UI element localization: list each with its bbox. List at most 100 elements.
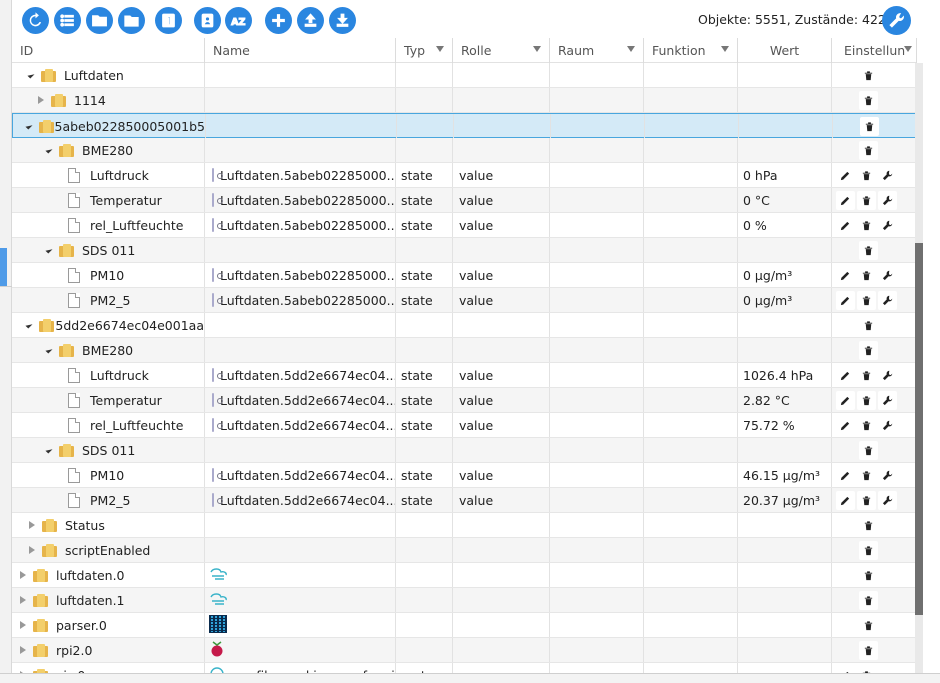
contact-button[interactable]	[194, 7, 221, 34]
function-cell[interactable]	[645, 114, 739, 138]
edit-button[interactable]	[836, 190, 855, 210]
function-cell[interactable]	[644, 213, 738, 237]
room-cell[interactable]	[550, 538, 644, 562]
column-header-settings[interactable]: Einstellun	[832, 38, 917, 63]
edit-button[interactable]	[836, 365, 855, 385]
value-cell[interactable]: 0 µg/m³	[738, 288, 832, 312]
delete-button[interactable]	[859, 140, 878, 160]
function-cell[interactable]	[644, 313, 738, 337]
id-cell[interactable]: PM10	[12, 263, 205, 287]
value-cell[interactable]: 75.72 %	[738, 413, 832, 437]
collapse-arrow-icon[interactable]	[45, 246, 53, 254]
value-cell[interactable]: 0 %	[738, 213, 832, 237]
room-cell[interactable]	[550, 563, 644, 587]
room-cell[interactable]	[550, 588, 644, 612]
value-cell[interactable]	[738, 638, 832, 662]
side-tab-indicator[interactable]	[0, 248, 7, 286]
delete-button[interactable]	[859, 240, 878, 260]
room-cell[interactable]	[550, 288, 644, 312]
function-cell[interactable]	[644, 63, 738, 87]
id-cell[interactable]: scriptEnabled	[12, 538, 205, 562]
delete-button[interactable]	[859, 590, 878, 610]
sort-az-button[interactable]: AZ	[225, 7, 252, 34]
column-header-value[interactable]: Wert	[738, 38, 832, 63]
id-cell[interactable]: luftdaten.1	[12, 588, 205, 612]
column-header-type[interactable]: Typ	[396, 38, 453, 63]
function-cell[interactable]	[644, 88, 738, 112]
function-cell[interactable]	[644, 638, 738, 662]
id-cell[interactable]: BME280	[12, 338, 205, 362]
expand-arrow-icon[interactable]	[20, 621, 26, 629]
room-cell[interactable]	[550, 188, 644, 212]
room-cell[interactable]	[550, 463, 644, 487]
expand-arrow-icon[interactable]	[29, 546, 35, 554]
room-cell[interactable]	[550, 338, 644, 362]
room-cell[interactable]	[550, 263, 644, 287]
delete-button[interactable]	[857, 365, 876, 385]
delete-button[interactable]	[857, 415, 876, 435]
value-cell[interactable]	[739, 114, 833, 138]
delete-button[interactable]	[857, 390, 876, 410]
vertical-scrollbar-thumb[interactable]	[915, 243, 923, 615]
table-row[interactable]: 5abeb022850005001b5	[12, 113, 917, 138]
function-cell[interactable]	[644, 263, 738, 287]
table-row[interactable]: Luftdruck Luftdaten.5dd2e6674ec04... state…	[12, 363, 917, 388]
expand-arrow-icon[interactable]	[38, 96, 44, 104]
column-header-function[interactable]: Funktion	[644, 38, 738, 63]
object-settings-button[interactable]	[878, 165, 897, 185]
folder-open-button[interactable]	[118, 7, 145, 34]
table-row[interactable]: 1114	[12, 88, 917, 113]
room-cell[interactable]	[550, 313, 644, 337]
id-cell[interactable]: SDS 011	[12, 238, 205, 262]
id-cell[interactable]: Luftdruck	[12, 363, 205, 387]
folder-button[interactable]	[86, 7, 113, 34]
object-settings-button[interactable]	[878, 490, 897, 510]
function-cell[interactable]	[644, 438, 738, 462]
upload-button[interactable]	[297, 7, 324, 34]
object-settings-button[interactable]	[878, 415, 897, 435]
edit-button[interactable]	[836, 290, 855, 310]
collapse-arrow-icon[interactable]	[25, 122, 33, 130]
value-cell[interactable]: 20.37 µg/m³	[738, 488, 832, 512]
delete-button[interactable]	[859, 315, 878, 335]
collapse-arrow-icon[interactable]	[45, 446, 53, 454]
table-row[interactable]: luftdaten.0	[12, 563, 917, 588]
table-row[interactable]: Luftdaten	[12, 63, 917, 88]
delete-button[interactable]	[859, 565, 878, 585]
filter-dropdown-icon[interactable]	[436, 46, 444, 52]
delete-button[interactable]	[857, 190, 876, 210]
table-row[interactable]: PM2_5 Luftdaten.5abeb02285000... state valu…	[12, 288, 917, 313]
object-settings-button[interactable]	[878, 365, 897, 385]
room-cell[interactable]	[551, 114, 645, 138]
room-cell[interactable]	[550, 138, 644, 162]
value-cell[interactable]	[738, 138, 832, 162]
settings-button[interactable]	[882, 6, 911, 35]
function-cell[interactable]	[644, 413, 738, 437]
table-row[interactable]: SDS 011	[12, 238, 917, 263]
value-cell[interactable]: 46.15 µg/m³	[738, 463, 832, 487]
value-cell[interactable]: 0 hPa	[738, 163, 832, 187]
filter-dropdown-icon[interactable]	[904, 46, 912, 52]
value-cell[interactable]	[738, 513, 832, 537]
edit-button[interactable]	[836, 490, 855, 510]
refresh-button[interactable]	[22, 7, 49, 34]
id-cell[interactable]: SDS 011	[12, 438, 205, 462]
download-button[interactable]	[329, 7, 356, 34]
id-cell[interactable]: 5dd2e6674ec04e001aa	[12, 313, 205, 337]
room-cell[interactable]	[550, 438, 644, 462]
value-cell[interactable]	[738, 88, 832, 112]
function-cell[interactable]	[644, 613, 738, 637]
value-cell[interactable]: 0 µg/m³	[738, 263, 832, 287]
room-cell[interactable]	[550, 388, 644, 412]
delete-button[interactable]	[857, 490, 876, 510]
id-cell[interactable]: Luftdruck	[12, 163, 205, 187]
table-row[interactable]: rel_Luftfeuchte Luftdaten.5dd2e6674ec04..…	[12, 413, 917, 438]
delete-button[interactable]	[860, 116, 879, 136]
table-row[interactable]: Luftdruck Luftdaten.5abeb02285000... state…	[12, 163, 917, 188]
collapse-arrow-icon[interactable]	[25, 321, 33, 329]
function-cell[interactable]	[644, 513, 738, 537]
delete-button[interactable]	[859, 540, 878, 560]
value-cell[interactable]: 2.82 °C	[738, 388, 832, 412]
function-cell[interactable]	[644, 163, 738, 187]
function-cell[interactable]	[644, 363, 738, 387]
